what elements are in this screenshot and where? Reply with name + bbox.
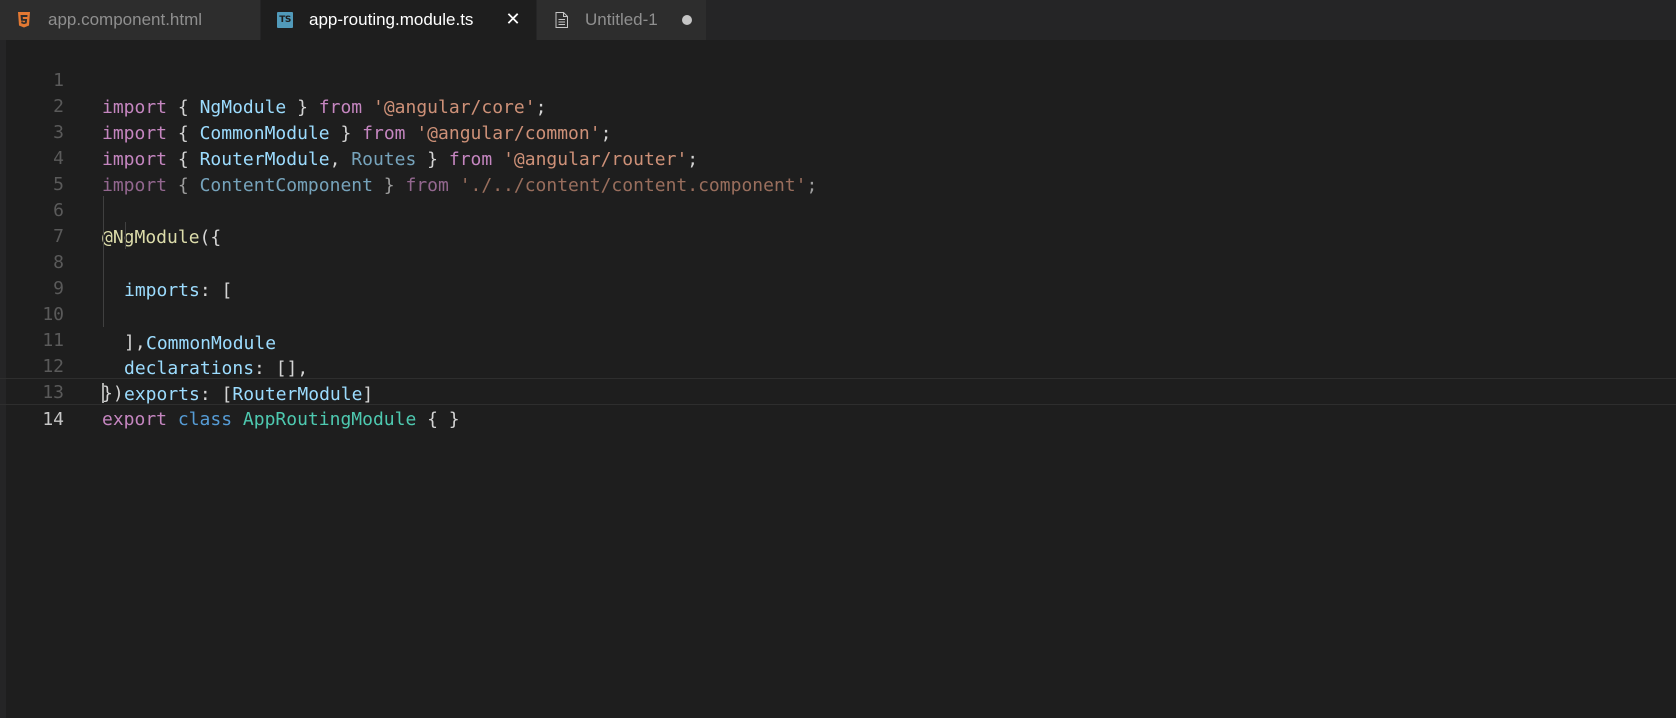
typescript-icon: TS xyxy=(277,11,293,29)
punctuation: { } xyxy=(416,409,460,430)
typescript-badge: TS xyxy=(277,12,293,28)
indent-guide xyxy=(103,248,104,275)
indent-guide xyxy=(103,274,104,301)
tab-bar: app.component.html TS app-routing.module… xyxy=(0,0,1676,40)
tab-label: app.component.html xyxy=(48,10,203,29)
code-line: 8 CommonModule xyxy=(0,222,1676,354)
indent-guide xyxy=(103,222,104,249)
code-line: 6 @NgModule({ xyxy=(0,170,1676,248)
file-icon xyxy=(553,11,569,29)
tab-app-component-html[interactable]: app.component.html xyxy=(0,0,261,40)
class-name: AppRoutingModule xyxy=(242,409,417,430)
tab-label: Untitled-1 xyxy=(585,10,658,29)
close-icon[interactable]: ✕ xyxy=(504,11,522,29)
tab-app-routing-module-ts[interactable]: TS app-routing.module.ts ✕ xyxy=(261,0,537,40)
code-line: 1 import { NgModule } from '@angular/cor… xyxy=(0,40,1676,118)
indent-guide xyxy=(103,300,104,327)
code-line: 10 declarations: [], xyxy=(0,274,1676,379)
keyword: class xyxy=(177,409,233,430)
code-line: 3 import { RouterModule, Routes } from '… xyxy=(0,92,1676,170)
line-number: 14 xyxy=(42,409,64,430)
current-line[interactable]: 14 xyxy=(0,378,1676,430)
line-content: export class AppRoutingModule { } xyxy=(102,406,460,433)
code-line: 9 ], xyxy=(0,248,1676,353)
tab-label: app-routing.module.ts xyxy=(309,10,474,29)
editor-window: app.component.html TS app-routing.module… xyxy=(0,0,1676,718)
code-line: 5 xyxy=(0,144,1676,195)
keyword: export xyxy=(102,409,168,430)
unsaved-dot-icon[interactable] xyxy=(682,15,692,25)
text-cursor xyxy=(102,383,104,403)
tab-untitled-1[interactable]: Untitled-1 xyxy=(537,0,707,40)
code-line: 7 imports: [ xyxy=(0,196,1676,301)
code-line: 2 import { CommonModule } from '@angular… xyxy=(0,66,1676,144)
indent-guide xyxy=(103,196,104,223)
code-line: 12 }) xyxy=(0,326,1676,404)
html5-icon xyxy=(16,11,32,29)
code-line: 13 export class AppRoutingModule { } xyxy=(0,352,1676,430)
indent-guide xyxy=(125,222,126,249)
code-editor[interactable]: 1 import { NgModule } from '@angular/cor… xyxy=(0,40,1676,718)
code-line: 11 exports: [RouterModule] xyxy=(0,300,1676,405)
code-line: 4 import { ContentComponent } from './..… xyxy=(0,118,1676,196)
